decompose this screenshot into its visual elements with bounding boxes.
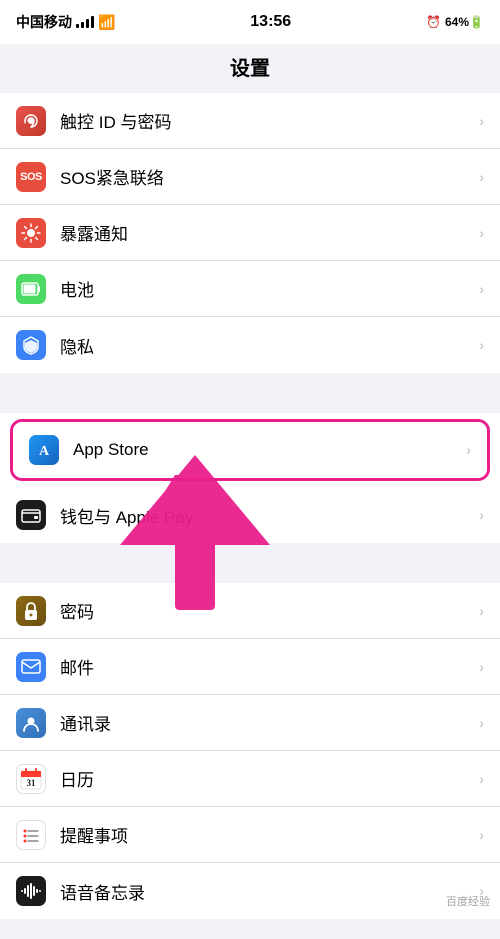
- signal-bars: [76, 16, 94, 28]
- chevron-icon: ›: [479, 507, 484, 523]
- status-time: 13:56: [250, 13, 291, 31]
- settings-group-1: 触控 ID 与密码 › SOS SOS紧急联络 ›: [0, 93, 500, 373]
- settings-row-touch-id[interactable]: 触控 ID 与密码 ›: [0, 93, 500, 149]
- contacts-icon: [16, 708, 46, 738]
- sos-label: SOS紧急联络: [60, 164, 479, 189]
- touch-id-icon: [16, 106, 46, 136]
- settings-row-wallet[interactable]: 钱包与 Apple Pay ›: [0, 487, 500, 543]
- watermark: 百度经验: [446, 893, 490, 909]
- reminders-label: 提醒事项: [60, 822, 479, 847]
- carrier-label: 中国移动: [16, 12, 72, 32]
- wifi-icon: 📶: [98, 14, 115, 31]
- settings-row-mail[interactable]: 邮件 ›: [0, 639, 500, 695]
- appstore-label: App Store: [73, 440, 466, 460]
- page-title: 设置: [0, 44, 500, 93]
- svg-text:A: A: [39, 444, 50, 459]
- chevron-icon: ›: [479, 771, 484, 787]
- chevron-icon: ›: [466, 442, 471, 458]
- reminders-icon: [16, 820, 46, 850]
- wallet-icon: [16, 500, 46, 530]
- calendar-label: 日历: [60, 766, 479, 791]
- wallet-label: 钱包与 Apple Pay: [60, 503, 479, 528]
- status-left: 中国移动 📶: [16, 12, 115, 32]
- chevron-icon: ›: [479, 281, 484, 297]
- settings-row-privacy[interactable]: 隐私 ›: [0, 317, 500, 373]
- chevron-icon: ›: [479, 113, 484, 129]
- settings-row-battery[interactable]: 电池 ›: [0, 261, 500, 317]
- chevron-icon: ›: [479, 603, 484, 619]
- privacy-label: 隐私: [60, 333, 479, 358]
- status-right: ⏰ 64%🔋: [426, 15, 484, 29]
- settings-row-voice-memos[interactable]: 语音备忘录 ›: [0, 863, 500, 919]
- status-bar: 中国移动 📶 13:56 ⏰ 64%🔋: [0, 0, 500, 44]
- mail-label: 邮件: [60, 654, 479, 679]
- contacts-label: 通讯录: [60, 710, 479, 735]
- calendar-icon: 31: [16, 764, 46, 794]
- settings-row-reminders[interactable]: 提醒事项 ›: [0, 807, 500, 863]
- chevron-icon: ›: [479, 827, 484, 843]
- touch-id-label: 触控 ID 与密码: [60, 108, 479, 133]
- password-icon: [16, 596, 46, 626]
- settings-group-2: A App Store › 钱包与 Apple Pay ›: [0, 413, 500, 543]
- battery-label: 电池: [60, 276, 479, 301]
- alarm-icon: ⏰: [426, 15, 441, 29]
- chevron-icon: ›: [479, 715, 484, 731]
- battery-icon: 64%🔋: [445, 15, 484, 29]
- appstore-icon: A: [29, 435, 59, 465]
- group-separator-1: [0, 393, 500, 413]
- mail-icon: [16, 652, 46, 682]
- voice-memos-label: 语音备忘录: [60, 879, 479, 904]
- settings-row-sos[interactable]: SOS SOS紧急联络 ›: [0, 149, 500, 205]
- settings-row-appstore[interactable]: A App Store ›: [13, 422, 487, 478]
- settings-row-contacts[interactable]: 通讯录 ›: [0, 695, 500, 751]
- group-separator-2: [0, 563, 500, 583]
- chevron-icon: ›: [479, 659, 484, 675]
- voice-memos-icon: [16, 876, 46, 906]
- settings-group-3: 密码 › 邮件 › 通讯录 ›: [0, 583, 500, 919]
- chevron-icon: ›: [479, 169, 484, 185]
- chevron-icon: ›: [479, 337, 484, 353]
- sos-icon: SOS: [16, 162, 46, 192]
- password-label: 密码: [60, 598, 479, 623]
- battery-icon: [16, 274, 46, 304]
- chevron-icon: ›: [479, 225, 484, 241]
- settings-row-calendar[interactable]: 31 日历 ›: [0, 751, 500, 807]
- svg-text:31: 31: [27, 778, 37, 788]
- settings-row-password[interactable]: 密码 ›: [0, 583, 500, 639]
- settings-row-exposure[interactable]: 暴露通知 ›: [0, 205, 500, 261]
- privacy-icon: [16, 330, 46, 360]
- exposure-label: 暴露通知: [60, 220, 479, 245]
- exposure-icon: [16, 218, 46, 248]
